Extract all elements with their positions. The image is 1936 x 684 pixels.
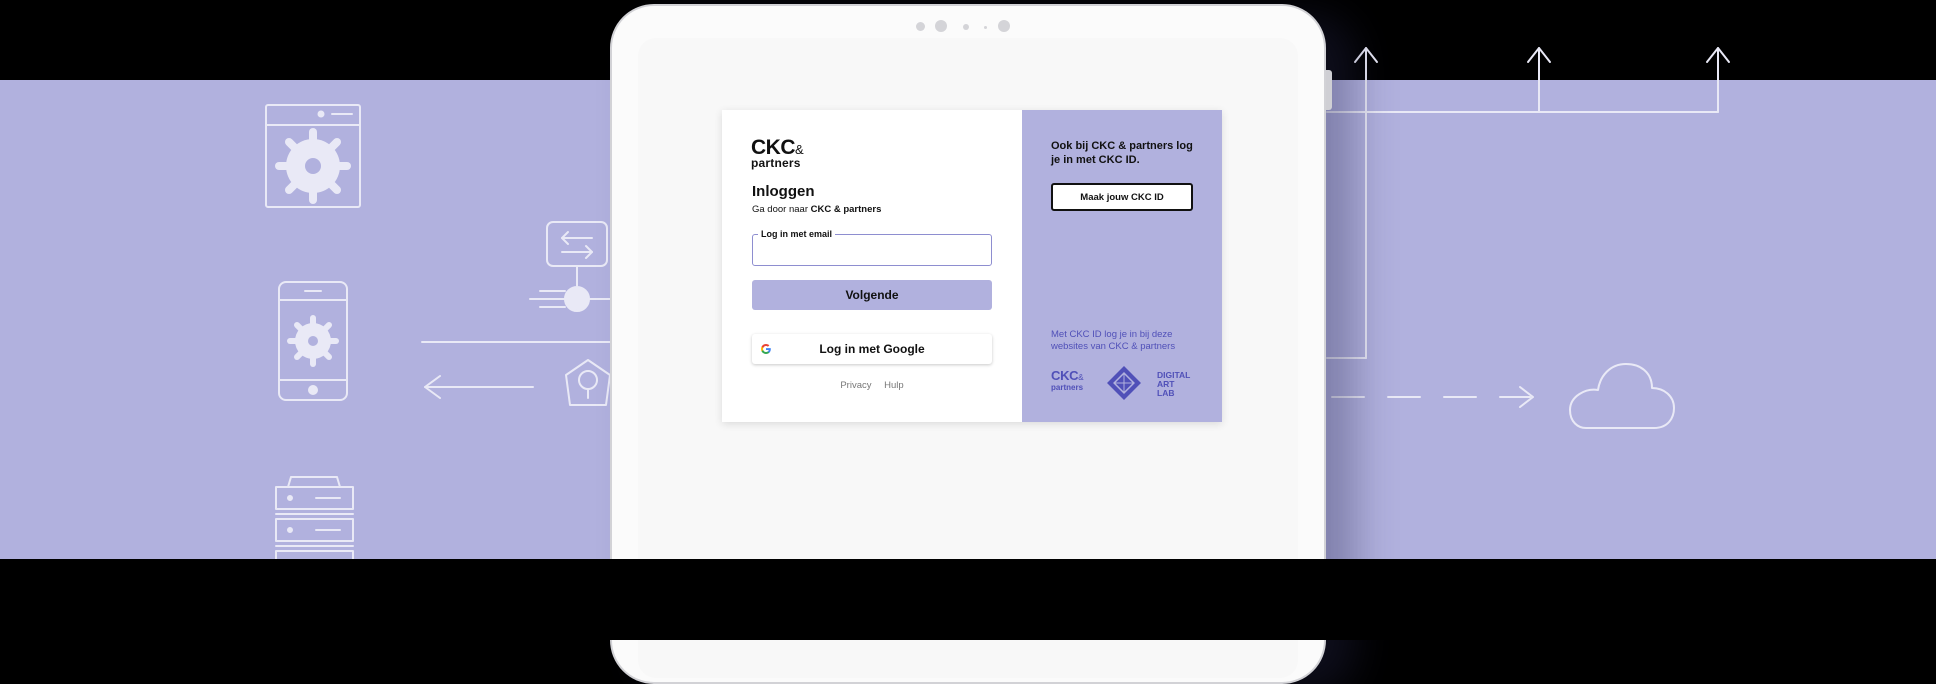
- google-button-label: Log in met Google: [819, 342, 925, 356]
- login-card: CKC& partners Inloggen Ga door naar CKC …: [722, 110, 1222, 422]
- ckc-id-heading: Ook bij CKC & partners log je in met CKC…: [1051, 140, 1193, 166]
- camera-bar: [612, 16, 1324, 32]
- dal-line3: LAB: [1157, 388, 1175, 398]
- sensor-dot: [984, 26, 987, 29]
- google-icon: [761, 344, 771, 354]
- logo-sub-text: partners: [751, 156, 801, 170]
- ckc-id-info: Met CKC ID log je in bij deze websites v…: [1051, 329, 1176, 352]
- login-panel: CKC& partners Inloggen Ga door naar CKC …: [722, 110, 1022, 422]
- subtitle-prefix: Ga door naar: [752, 204, 811, 215]
- sensor-dot: [935, 20, 947, 32]
- key-shield-icon: [565, 359, 611, 406]
- google-login-button[interactable]: Log in met Google: [752, 334, 992, 364]
- sensor-dot: [916, 22, 925, 31]
- privacy-link[interactable]: Privacy: [840, 380, 871, 391]
- ckc-partners-small-logo: CKC& partners: [1051, 368, 1084, 392]
- next-button-label: Volgende: [845, 288, 899, 302]
- small-logo-amp: &: [1078, 373, 1084, 382]
- create-ckc-id-label: Maak jouw CKC ID: [1080, 191, 1164, 203]
- sensor-dot: [963, 24, 969, 30]
- small-logo-sub: partners: [1051, 383, 1084, 392]
- phone-settings-icon: [278, 281, 348, 401]
- ckc-id-panel: Ook bij CKC & partners log je in met CKC…: [1022, 110, 1222, 422]
- digital-art-lab-text: DIGITAL ART LAB: [1157, 371, 1190, 398]
- digital-art-lab-logo-icon: [1107, 366, 1141, 400]
- help-link[interactable]: Hulp: [884, 380, 904, 391]
- create-ckc-id-button[interactable]: Maak jouw CKC ID: [1051, 183, 1193, 211]
- arrow-up-icon: [1326, 47, 1730, 359]
- footer-links: Privacy Hulp: [722, 380, 1022, 391]
- tablet-side-button: [1326, 70, 1332, 110]
- camera-lens: [998, 20, 1010, 32]
- small-logo-main: CKC: [1051, 368, 1079, 383]
- email-field[interactable]: Log in met email: [752, 229, 992, 266]
- cloud-icon: [1569, 363, 1675, 429]
- email-field-label: Log in met email: [758, 229, 836, 239]
- logo-amp-text: &: [795, 142, 804, 157]
- network-switch-icon: [421, 221, 613, 343]
- bottom-band: [0, 559, 1936, 640]
- settings-window-icon: [265, 104, 361, 208]
- page-title: Inloggen: [752, 183, 815, 200]
- next-button[interactable]: Volgende: [752, 280, 992, 310]
- partner-logos: CKC& partners DIGITAL ART LAB: [1051, 364, 1201, 404]
- ckc-partners-logo: CKC& partners: [751, 137, 804, 169]
- arrow-left-icon: [424, 375, 534, 399]
- subtitle-brand: CKC & partners: [810, 204, 882, 215]
- page-subtitle: Ga door naar CKC & partners: [752, 204, 881, 215]
